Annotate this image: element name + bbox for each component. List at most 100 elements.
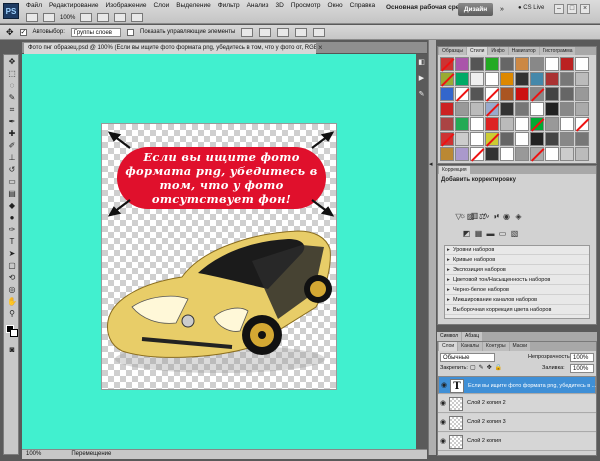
gradient-tool-icon[interactable]: ▤: [7, 189, 17, 198]
layer-row-text[interactable]: ◉ T Если вы ищите фото формата png, убед…: [438, 376, 596, 394]
menu-select[interactable]: Выделение: [176, 0, 210, 12]
tab-layers[interactable]: Слои: [439, 342, 458, 351]
style-swatch[interactable]: [440, 132, 454, 146]
arrange-documents-icon[interactable]: [114, 13, 127, 22]
style-swatch[interactable]: [500, 147, 514, 161]
autoselect-dropdown[interactable]: Группы слоев: [70, 27, 121, 37]
autoselect-checkbox[interactable]: [19, 28, 27, 36]
style-swatch[interactable]: [440, 57, 454, 71]
style-swatch[interactable]: [485, 132, 499, 146]
menu-view[interactable]: Просмотр: [291, 0, 321, 12]
menu-help[interactable]: Справка: [350, 0, 376, 12]
align-bottom-icon[interactable]: [277, 27, 290, 37]
style-swatch[interactable]: [560, 72, 574, 86]
style-swatch[interactable]: [485, 72, 499, 86]
style-swatch[interactable]: [515, 87, 529, 101]
style-swatch[interactable]: [515, 102, 529, 116]
brush-tool-icon[interactable]: ✐: [7, 141, 17, 150]
style-swatch[interactable]: [545, 102, 559, 116]
workspace-arrows-icon[interactable]: »: [500, 6, 504, 13]
style-swatch[interactable]: [560, 132, 574, 146]
style-swatch[interactable]: [500, 87, 514, 101]
lasso-tool-icon[interactable]: ◌: [7, 81, 17, 90]
preset-hue-saturation[interactable]: Цветовой тон/Насыщенность наборов: [445, 276, 589, 285]
menu-window[interactable]: Окно: [328, 0, 343, 12]
style-swatch[interactable]: [530, 132, 544, 146]
hand-tool-icon[interactable]: [80, 13, 93, 22]
style-swatch[interactable]: [500, 117, 514, 131]
style-swatch[interactable]: [455, 132, 469, 146]
hand-tool-icon[interactable]: ✋: [7, 297, 17, 306]
visibility-eye-icon[interactable]: ◉: [440, 400, 447, 407]
move-tool-icon[interactable]: ✥: [7, 57, 17, 66]
style-swatch[interactable]: [485, 147, 499, 161]
lock-icons[interactable]: ▢✎✥🔒: [470, 364, 505, 371]
preset-curves[interactable]: Кривые наборов: [445, 256, 589, 265]
style-swatch[interactable]: [455, 72, 469, 86]
document-canvas[interactable]: Если вы ищите фото формата png, убедитес…: [101, 123, 337, 390]
history-panel-icon[interactable]: ◧: [417, 58, 426, 67]
design-workspace-button[interactable]: Дизайн: [458, 3, 493, 16]
tab-adjustments[interactable]: Коррекция: [439, 166, 470, 174]
style-swatch[interactable]: [560, 57, 574, 71]
posterize-icon[interactable]: ▦: [474, 229, 483, 238]
preset-channel-mixer[interactable]: Микширование каналов наборов: [445, 296, 589, 305]
style-swatch[interactable]: [560, 87, 574, 101]
style-swatch[interactable]: [515, 72, 529, 86]
background-color-swatch[interactable]: [10, 329, 18, 337]
status-zoom[interactable]: 100%: [26, 450, 41, 459]
close-tab-icon[interactable]: ×: [318, 43, 323, 52]
style-swatch[interactable]: [440, 147, 454, 161]
layer-row[interactable]: ◉ Слой 2 копия: [438, 433, 596, 451]
layer-row[interactable]: ◉ Слой 2 копия 3: [438, 414, 596, 432]
show-controls-checkbox[interactable]: [127, 28, 134, 36]
workspace-label[interactable]: Основная рабочая среда: [386, 4, 467, 11]
style-swatch[interactable]: [575, 147, 589, 161]
tab-navigator[interactable]: Навигатор: [508, 47, 539, 55]
style-swatch[interactable]: [500, 132, 514, 146]
actions-panel-icon[interactable]: ▶: [417, 74, 426, 83]
style-swatch[interactable]: [545, 57, 559, 71]
rotate-view-icon[interactable]: [97, 13, 110, 22]
style-swatch[interactable]: [530, 102, 544, 116]
style-swatch[interactable]: [455, 117, 469, 131]
threshold-icon[interactable]: ▬: [486, 229, 495, 238]
style-swatch[interactable]: [470, 102, 484, 116]
path-select-icon[interactable]: ➤: [7, 249, 17, 258]
opacity-input[interactable]: 100%: [570, 353, 594, 362]
style-swatch[interactable]: [575, 132, 589, 146]
tab-channels[interactable]: Каналы: [458, 342, 482, 351]
minimize-icon[interactable]: –: [554, 4, 564, 14]
style-swatch[interactable]: [530, 87, 544, 101]
channel-mixer-icon[interactable]: ◈: [514, 212, 523, 221]
blend-mode-dropdown[interactable]: Обычные: [440, 353, 495, 362]
zoom-tool-icon[interactable]: ⚲: [7, 309, 17, 318]
tab-info[interactable]: Инфо: [488, 47, 508, 55]
pen-tool-icon[interactable]: ✑: [7, 225, 17, 234]
style-swatch[interactable]: [530, 72, 544, 86]
eraser-icon[interactable]: ▭: [7, 177, 17, 186]
distribute-icon[interactable]: [295, 27, 308, 37]
tab-styles[interactable]: Стили: [467, 47, 488, 55]
black-white-icon[interactable]: ◑: [490, 212, 499, 221]
align-middle-icon[interactable]: [259, 27, 272, 37]
style-swatch[interactable]: [470, 117, 484, 131]
clone-stamp-icon[interactable]: ⊥: [7, 153, 17, 162]
style-swatch[interactable]: [440, 102, 454, 116]
expand-panels-icon[interactable]: ◂: [429, 160, 433, 168]
visibility-eye-icon[interactable]: ◉: [440, 438, 447, 445]
tab-histogram[interactable]: Гистограмма: [539, 47, 576, 55]
selective-color-icon[interactable]: ▧: [510, 229, 519, 238]
style-swatch[interactable]: [455, 87, 469, 101]
brushes-panel-icon[interactable]: ✎: [417, 90, 426, 99]
style-swatch[interactable]: [515, 117, 529, 131]
close-icon[interactable]: ×: [580, 4, 590, 14]
quick-select-icon[interactable]: ✎: [7, 93, 17, 102]
style-swatch[interactable]: [515, 57, 529, 71]
color-balance-icon[interactable]: ⚖: [478, 212, 487, 221]
style-swatch[interactable]: [500, 57, 514, 71]
crop-tool-icon[interactable]: ⌗: [7, 105, 17, 114]
mini-bridge-icon[interactable]: [43, 13, 55, 22]
style-swatch[interactable]: [470, 57, 484, 71]
style-swatch[interactable]: [560, 102, 574, 116]
